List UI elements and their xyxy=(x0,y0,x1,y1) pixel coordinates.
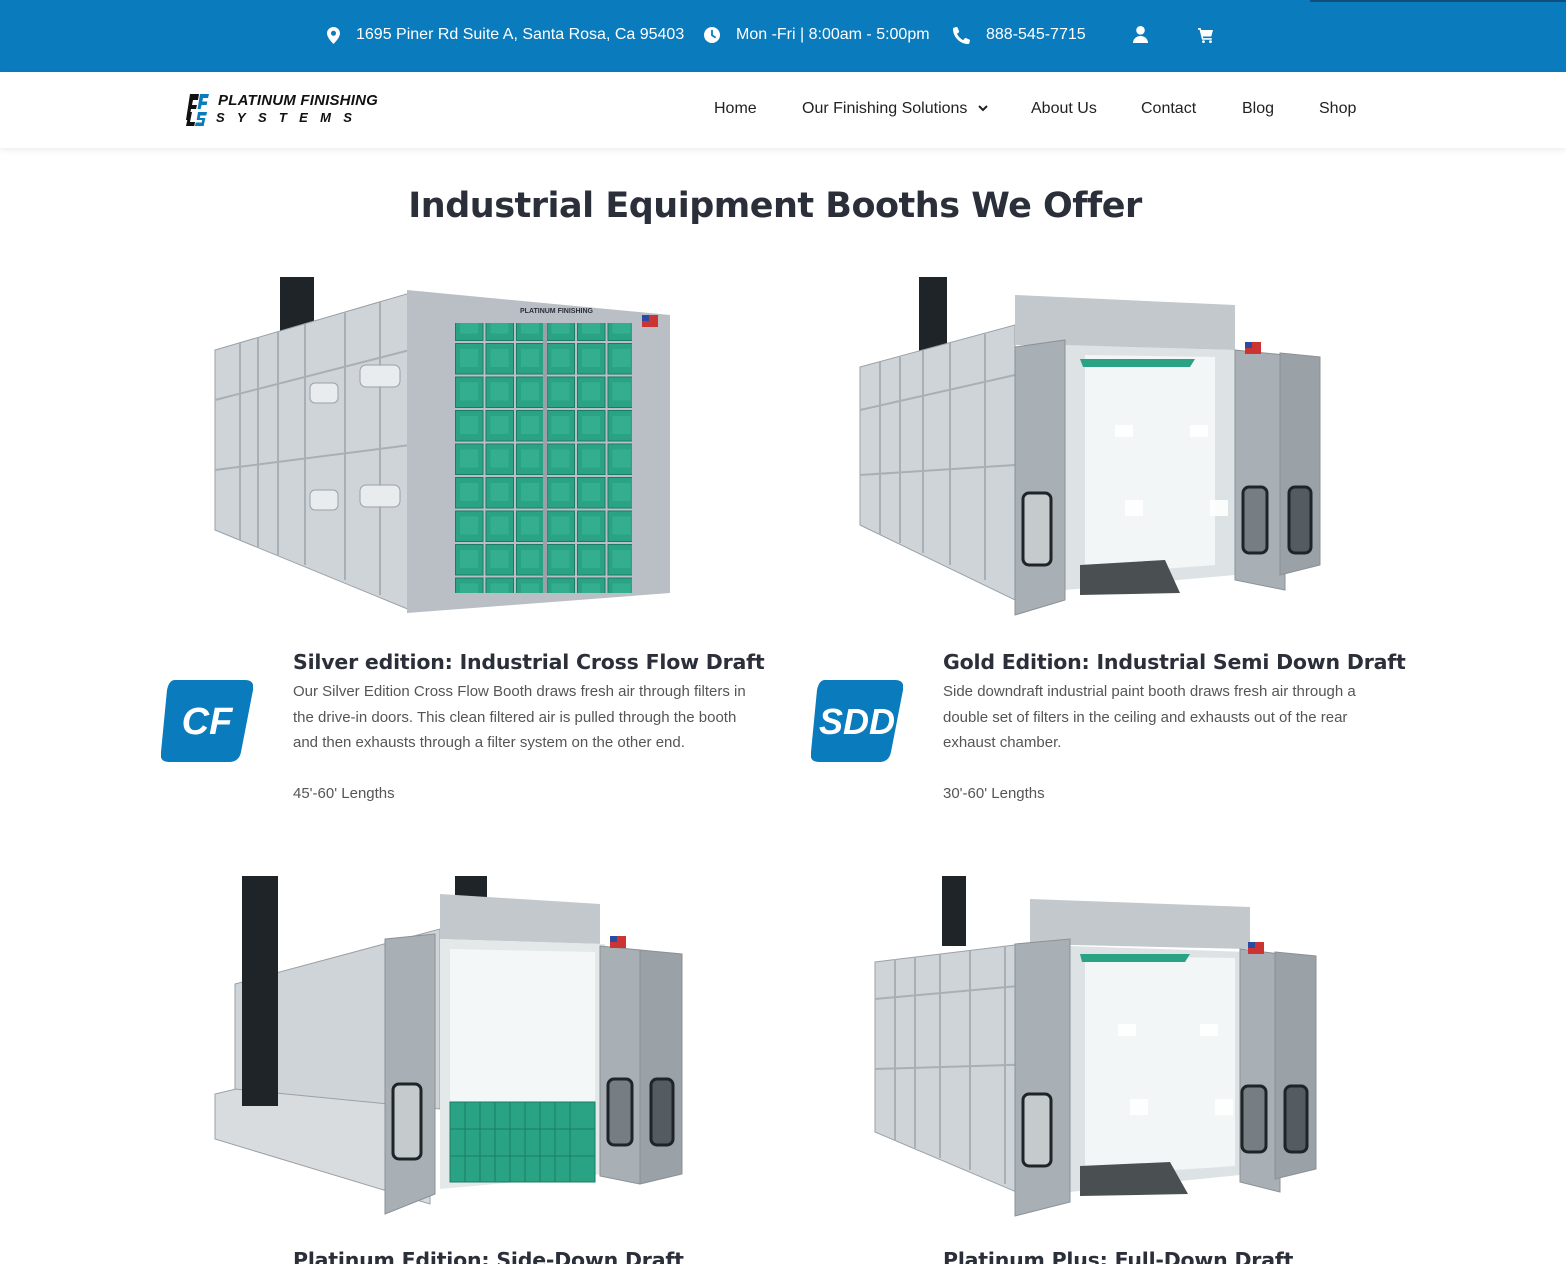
map-pin-icon xyxy=(327,26,340,44)
logo-text-line1: PLATINUM FINISHING xyxy=(218,92,378,109)
cf-badge-shape: CF xyxy=(160,680,254,762)
semi-down-draft-booth-image[interactable] xyxy=(855,275,1325,620)
phone-item[interactable]: 888-545-7715 xyxy=(953,0,1086,70)
address-text: 1695 Piner Rd Suite A, Santa Rosa, Ca 95… xyxy=(356,26,685,43)
nav-item-finishing-solutions[interactable]: Our Finishing Solutions xyxy=(802,100,988,118)
side-down-draft-booth-image[interactable] xyxy=(210,874,690,1219)
nav-item-home[interactable]: Home xyxy=(714,100,757,118)
hours-item: Mon -Fri | 8:00am - 5:00pm xyxy=(704,0,930,70)
page-title: Industrial Equipment Booths We Offer xyxy=(408,186,1142,226)
sdd-badge-shape: SDD xyxy=(810,680,904,762)
product-title-platinum[interactable]: Platinum Edition: Side-Down Draft xyxy=(293,1248,684,1264)
cross-flow-booth-image[interactable]: PLATINUM FINISHING xyxy=(210,275,680,620)
product-length-gold: 30'-60' Lengths xyxy=(943,785,1045,802)
cf-badge-label: CF xyxy=(182,701,234,743)
product-desc-silver: Our Silver Edition Cross Flow Booth draw… xyxy=(293,683,746,751)
cf-badge: CF xyxy=(160,680,254,762)
product-title-gold[interactable]: Gold Edition: Industrial Semi Down Draft xyxy=(943,650,1406,674)
top-contact-bar: 1695 Piner Rd Suite A, Santa Rosa, Ca 95… xyxy=(0,0,1566,72)
nav-item-blog[interactable]: Blog xyxy=(1242,100,1274,118)
full-down-draft-booth-image[interactable] xyxy=(870,874,1330,1219)
product-desc-gold: Side downdraft industrial paint booth dr… xyxy=(943,683,1356,751)
sdd-badge-label: SDD xyxy=(819,701,895,742)
product-title-silver[interactable]: Silver edition: Industrial Cross Flow Dr… xyxy=(293,650,765,674)
nav-item-contact[interactable]: Contact xyxy=(1141,100,1196,118)
cart-icon[interactable] xyxy=(1198,28,1214,43)
topbar-accent-line xyxy=(1310,0,1566,2)
product-length-silver: 45'-60' Lengths xyxy=(293,785,395,802)
sdd-badge: SDD xyxy=(810,680,904,762)
hours-text: Mon -Fri | 8:00am - 5:00pm xyxy=(736,26,930,43)
phone-icon xyxy=(953,26,970,44)
site-header: PLATINUM FINISHING SYSTEMS Home Our Fini… xyxy=(0,72,1566,148)
logo-text-line2: SYSTEMS xyxy=(216,110,365,125)
nav-item-about-us[interactable]: About Us xyxy=(1031,100,1097,118)
nav-item-shop[interactable]: Shop xyxy=(1319,100,1356,118)
pfs-logo-mark xyxy=(186,94,209,126)
site-logo[interactable]: PLATINUM FINISHING SYSTEMS xyxy=(186,92,386,132)
user-icon[interactable] xyxy=(1133,26,1148,43)
svg-text:PLATINUM FINISHING: PLATINUM FINISHING xyxy=(520,308,594,315)
clock-icon xyxy=(704,27,720,43)
address-item[interactable]: 1695 Piner Rd Suite A, Santa Rosa, Ca 95… xyxy=(327,0,684,70)
phone-text: 888-545-7715 xyxy=(986,26,1086,43)
product-title-platinum-plus[interactable]: Platinum Plus: Full-Down Draft xyxy=(943,1248,1293,1264)
chevron-down-icon xyxy=(978,105,988,112)
nav-item-finishing-solutions-label: Our Finishing Solutions xyxy=(802,100,968,117)
